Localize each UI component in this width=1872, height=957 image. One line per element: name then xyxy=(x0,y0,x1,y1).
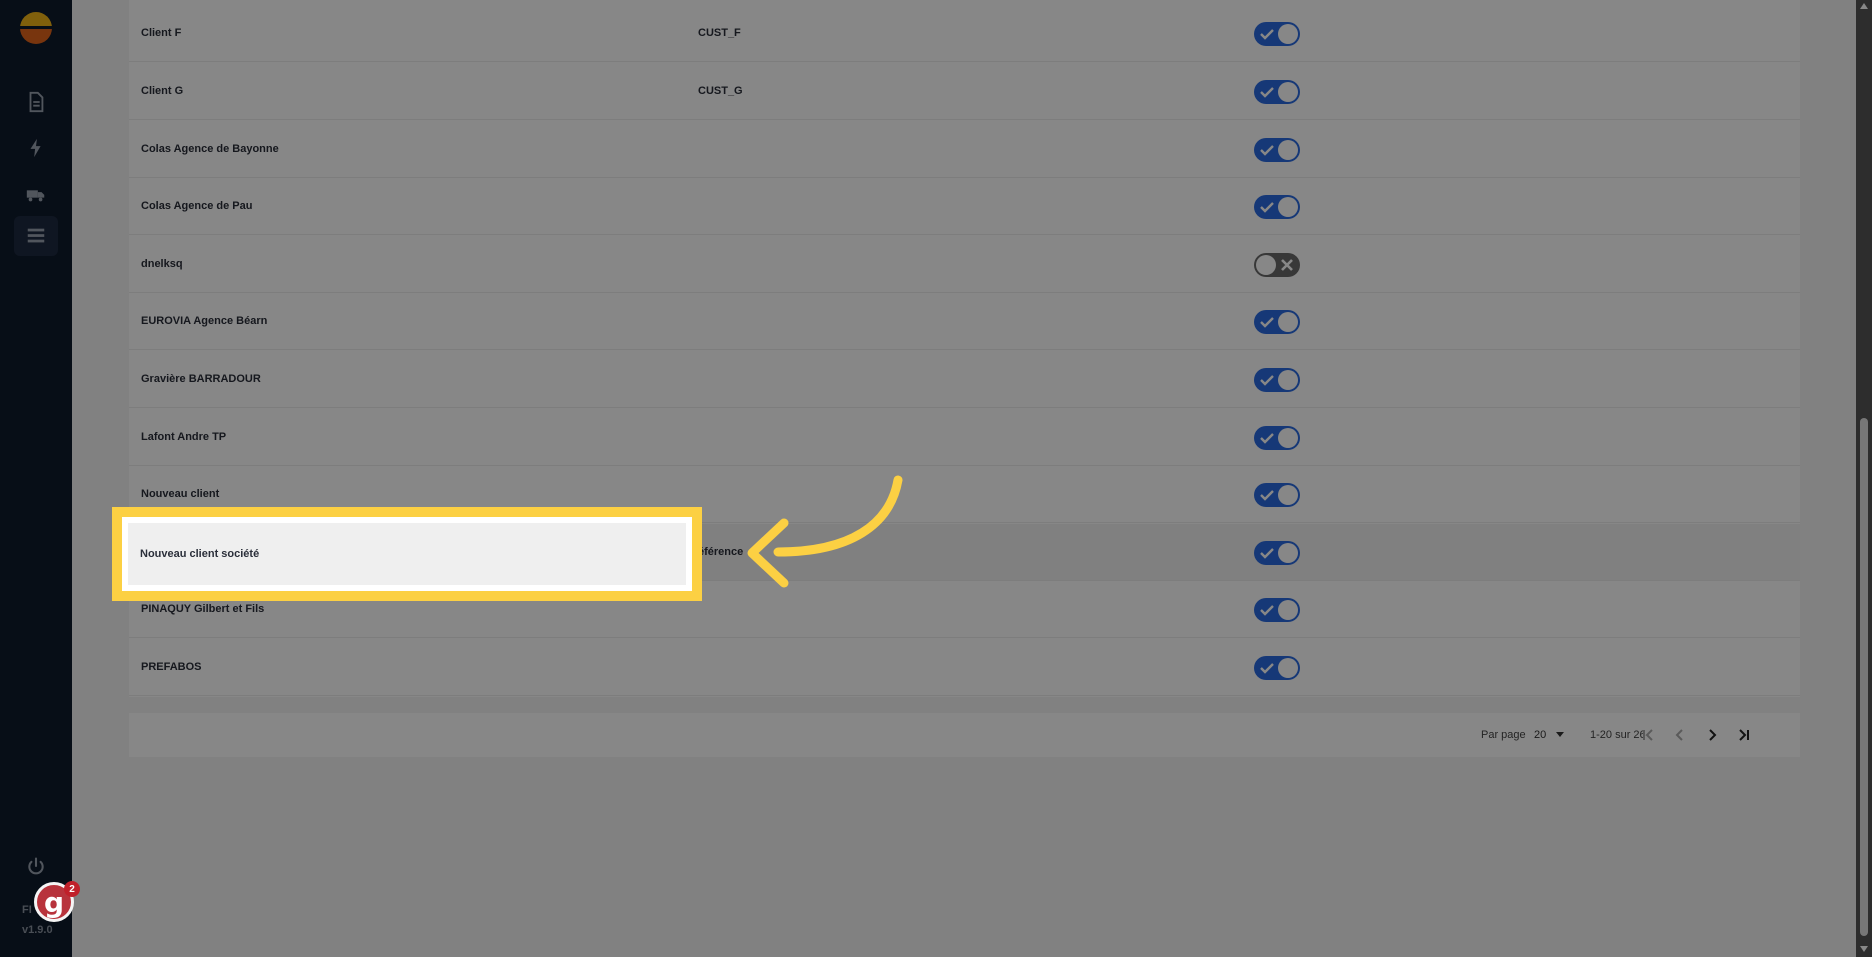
table-row[interactable]: dnelksq xyxy=(129,236,1800,293)
app-name: FI xyxy=(22,904,32,916)
table-row[interactable]: PREFABOS xyxy=(129,639,1800,696)
table-row[interactable]: Colas Agence de Pau xyxy=(129,178,1800,235)
sidebar: FI v1.9.0 xyxy=(0,0,72,957)
document-icon xyxy=(29,91,44,113)
scroll-down-icon[interactable] xyxy=(1860,946,1868,952)
power-icon[interactable] xyxy=(26,856,46,876)
nav-clients[interactable] xyxy=(14,216,58,256)
check-icon xyxy=(1260,548,1274,559)
lightning-icon xyxy=(30,138,41,158)
app-version: v1.9.0 xyxy=(22,924,53,936)
highlighted-client-name: Nouveau client société xyxy=(140,548,260,560)
active-toggle[interactable] xyxy=(1254,310,1300,334)
active-toggle[interactable] xyxy=(1254,598,1300,622)
check-icon xyxy=(1260,375,1274,386)
arrow-icon xyxy=(747,475,903,588)
client-name: Gravière BARRADOUR xyxy=(141,373,261,385)
truck-icon xyxy=(26,190,45,202)
client-code: éférence xyxy=(698,546,744,558)
client-name: Lafont Andre TP xyxy=(141,431,227,443)
pagination-bar: Par page 20 1-20 sur 26 xyxy=(129,713,1800,757)
check-icon xyxy=(1260,145,1274,156)
client-name: Colas Agence de Bayonne xyxy=(141,143,279,155)
active-toggle[interactable] xyxy=(1254,138,1300,162)
close-icon xyxy=(1281,259,1293,271)
active-toggle[interactable] xyxy=(1254,541,1300,565)
active-toggle[interactable] xyxy=(1254,656,1300,680)
client-name: PREFABOS xyxy=(141,661,202,673)
check-icon xyxy=(1260,490,1274,501)
next-page-icon[interactable] xyxy=(1702,725,1722,745)
list-icon xyxy=(27,228,45,243)
table-row[interactable]: Lafont Andre TP xyxy=(129,409,1800,466)
active-toggle[interactable] xyxy=(1254,195,1300,219)
check-icon xyxy=(1260,433,1274,444)
table-row[interactable]: EUROVIA Agence Béarn xyxy=(129,293,1800,350)
notification-count: 2 xyxy=(64,881,80,897)
check-icon xyxy=(1260,29,1274,40)
check-icon xyxy=(1260,87,1274,98)
client-code: CUST_G xyxy=(698,85,743,97)
table-row[interactable]: Gravière BARRADOUR xyxy=(129,351,1800,408)
first-page-icon[interactable] xyxy=(1638,725,1658,745)
table-row[interactable]: Client G CUST_G xyxy=(129,63,1800,120)
active-toggle[interactable] xyxy=(1254,22,1300,46)
client-name: dnelksq xyxy=(141,258,183,270)
main-content: Client F CUST_F Client G CUST_G Colas Ag… xyxy=(72,0,1856,957)
per-page-label: Par page xyxy=(1481,729,1526,741)
table-row[interactable]: Colas Agence de Bayonne xyxy=(129,121,1800,178)
nav-actions[interactable] xyxy=(14,128,58,168)
nav-documents[interactable] xyxy=(14,82,58,122)
inactive-toggle[interactable] xyxy=(1254,253,1300,277)
active-toggle[interactable] xyxy=(1254,368,1300,392)
prev-page-icon[interactable] xyxy=(1670,725,1690,745)
table-row[interactable]: Client F CUST_F xyxy=(129,5,1800,62)
sun-logo[interactable] xyxy=(20,12,52,44)
nav-transport[interactable] xyxy=(14,174,58,214)
check-icon xyxy=(1260,317,1274,328)
scrollbar[interactable] xyxy=(1856,0,1872,957)
scroll-thumb[interactable] xyxy=(1860,418,1868,936)
client-code: CUST_F xyxy=(698,27,741,39)
highlighted-cell[interactable]: Nouveau client société xyxy=(128,523,686,585)
check-icon xyxy=(1260,202,1274,213)
scroll-up-icon[interactable] xyxy=(1860,3,1868,9)
client-name: Client G xyxy=(141,85,184,97)
active-toggle[interactable] xyxy=(1254,426,1300,450)
active-toggle[interactable] xyxy=(1254,483,1300,507)
check-icon xyxy=(1260,663,1274,674)
client-name: Colas Agence de Pau xyxy=(141,200,253,212)
client-name: EUROVIA Agence Béarn xyxy=(141,315,268,327)
tutorial-highlight: Nouveau client société xyxy=(112,507,702,601)
last-page-icon[interactable] xyxy=(1734,725,1754,745)
active-toggle[interactable] xyxy=(1254,80,1300,104)
per-page-select[interactable]: 20 xyxy=(1534,713,1546,757)
client-name: Client F xyxy=(141,27,182,39)
chevron-down-icon[interactable] xyxy=(1556,732,1564,737)
check-icon xyxy=(1260,605,1274,616)
